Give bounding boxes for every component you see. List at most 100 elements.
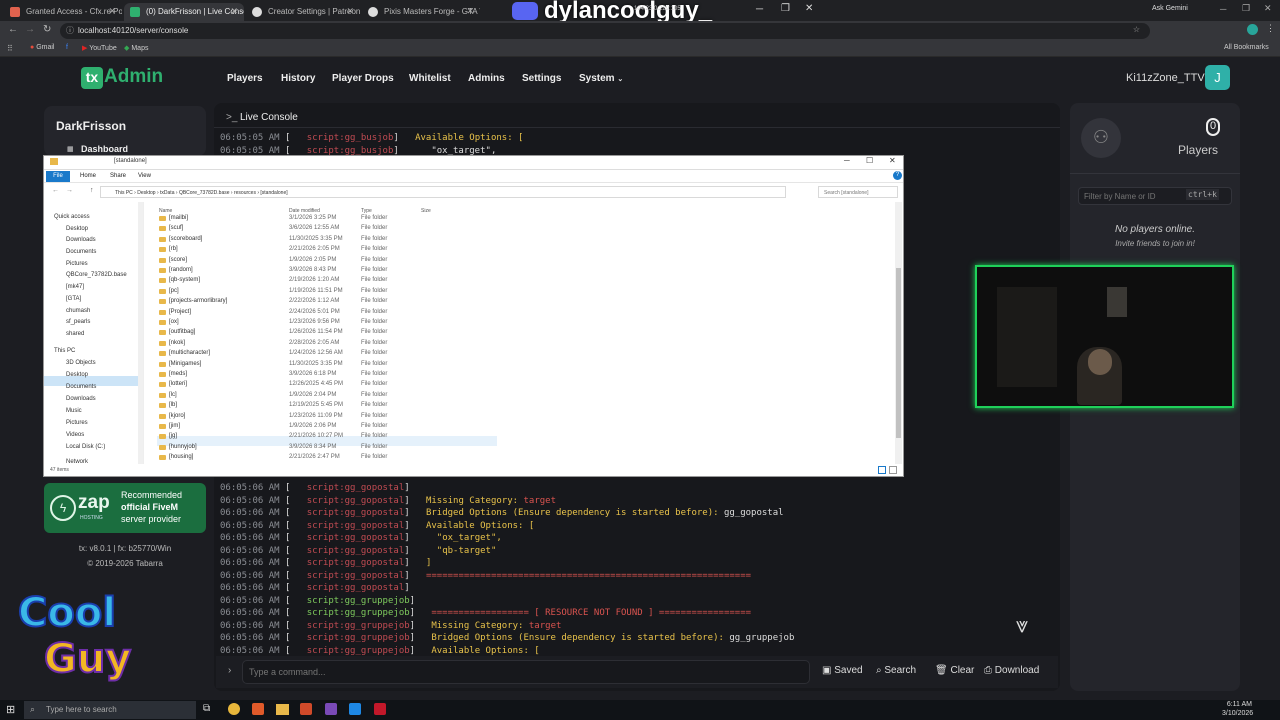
- nav-item[interactable]: Quick access: [54, 214, 90, 220]
- app-icon[interactable]: [374, 703, 386, 715]
- all-bookmarks[interactable]: All Bookmarks: [1224, 44, 1269, 51]
- browser-tab[interactable]: Granted Access - Cfx.re Portal ✕: [4, 3, 122, 21]
- app-icon[interactable]: [252, 703, 264, 715]
- file-row[interactable]: [pc] 1/19/2026 11:51 PM File folder: [159, 287, 499, 297]
- crumb[interactable]: resources: [234, 190, 256, 196]
- file-row[interactable]: [ox] 1/23/2026 9:56 PM File folder: [159, 318, 499, 328]
- apps-icon[interactable]: ⠿: [7, 44, 13, 53]
- file-row[interactable]: [scoreboard] 11/30/2025 3:35 PM File folde…: [159, 235, 499, 245]
- vscode-icon[interactable]: [349, 703, 361, 715]
- file-row[interactable]: [multicharacter] 1/24/2026 12:56 AM File f…: [159, 349, 499, 359]
- file-row[interactable]: [lc] 1/9/2026 2:04 PM File folder: [159, 391, 499, 401]
- back-icon[interactable]: ←: [8, 24, 18, 35]
- ribbon-share[interactable]: Share: [110, 173, 126, 179]
- nav-item[interactable]: Documents: [66, 249, 96, 255]
- nav-settings[interactable]: Settings: [522, 73, 561, 84]
- nav-item[interactable]: Videos: [66, 432, 84, 438]
- explorer-path[interactable]: This PC › Desktop › txData › QBCore_7378…: [100, 186, 786, 198]
- file-row[interactable]: [Project] 2/24/2026 5:01 PM File folder: [159, 308, 499, 318]
- crumb[interactable]: txData: [160, 190, 174, 196]
- nav-item[interactable]: [mk47]: [66, 284, 84, 290]
- close-window-icon[interactable]: ✕: [889, 156, 896, 165]
- nav-players[interactable]: Players: [227, 73, 263, 84]
- file-row[interactable]: [score] 1/9/2026 2:05 PM File folder: [159, 256, 499, 266]
- command-input[interactable]: [242, 660, 810, 684]
- crumb[interactable]: QBCore_73782D.base: [179, 190, 230, 196]
- app-icon[interactable]: [325, 703, 337, 715]
- app-icon[interactable]: [300, 703, 312, 715]
- file-row[interactable]: [meds] 3/9/2026 6:18 PM File folder: [159, 370, 499, 380]
- up-icon[interactable]: ↑: [90, 187, 94, 194]
- address-bar[interactable]: ⓘ localhost:40120/server/console ☆: [60, 23, 1150, 39]
- crumb[interactable]: Desktop: [137, 190, 155, 196]
- scroll-bottom-icon[interactable]: ⩔: [1016, 612, 1028, 638]
- nav-item[interactable]: sf_pearls: [66, 319, 90, 325]
- nav-admins[interactable]: Admins: [468, 73, 505, 84]
- nav-item[interactable]: Local Disk (C:): [66, 444, 105, 450]
- help-icon[interactable]: ?: [893, 171, 902, 180]
- crumb[interactable]: [standalone]: [260, 190, 287, 196]
- ask-gemini-button[interactable]: Ask Gemini: [1152, 5, 1188, 12]
- forward-icon[interactable]: →: [66, 187, 73, 194]
- tab-close-icon[interactable]: ✕: [466, 6, 474, 17]
- file-row[interactable]: [qb-system] 2/19/2026 1:20 AM File folder: [159, 276, 499, 286]
- crumb[interactable]: This PC: [115, 190, 133, 196]
- file-row[interactable]: [outfitbag] 1/26/2026 11:54 PM File folder: [159, 328, 499, 338]
- nav-player-drops[interactable]: Player Drops: [332, 73, 394, 84]
- nav-item[interactable]: Pictures: [66, 261, 88, 267]
- bookmark-youtube[interactable]: ▶ YouTube: [82, 44, 117, 52]
- nav-item[interactable]: Pictures: [66, 420, 88, 426]
- minimize-icon[interactable]: ─: [844, 156, 850, 165]
- minimize-icon[interactable]: ─: [756, 4, 763, 15]
- restore-icon[interactable]: ❐: [781, 3, 790, 14]
- nav-scrollbar[interactable]: [138, 202, 143, 464]
- file-row[interactable]: [random] 3/9/2026 8:43 PM File folder: [159, 266, 499, 276]
- nav-item[interactable]: Downloads: [66, 237, 96, 243]
- maximize-icon[interactable]: ☐: [866, 156, 873, 165]
- tab-close-icon[interactable]: ✕: [108, 6, 116, 17]
- task-view-icon[interactable]: ⧉: [203, 703, 210, 714]
- bookmark-star-icon[interactable]: ☆: [1133, 25, 1140, 34]
- close-window-icon[interactable]: ✕: [1264, 3, 1272, 14]
- minimize-icon[interactable]: ─: [1220, 4, 1226, 14]
- restore-icon[interactable]: ❐: [1242, 3, 1250, 14]
- nav-item[interactable]: Desktop: [66, 372, 88, 378]
- browser-tab[interactable]: Pixis Masters Forge - GTA V Du ✕: [362, 3, 480, 21]
- windows-start-icon[interactable]: ⊞: [6, 703, 15, 716]
- browser-tab[interactable]: Creator Settings | Patreon ✕: [246, 3, 360, 21]
- file-row[interactable]: [rb] 2/21/2026 2:05 PM File folder: [159, 245, 499, 255]
- chrome-icon[interactable]: [228, 703, 240, 715]
- nav-item[interactable]: Music: [66, 408, 82, 414]
- forward-icon[interactable]: →: [25, 24, 35, 35]
- nav-item[interactable]: 3D Objects: [66, 360, 96, 366]
- bookmark-maps[interactable]: ◆ Maps: [124, 44, 148, 52]
- file-row[interactable]: [jim] 1/9/2026 2:06 PM File folder: [159, 422, 499, 432]
- back-icon[interactable]: ←: [52, 187, 59, 194]
- file-row[interactable]: [Minigames] 11/30/2025 3:35 PM File folder: [159, 360, 499, 370]
- ribbon-view[interactable]: View: [138, 173, 151, 179]
- nav-item[interactable]: Downloads: [66, 396, 96, 402]
- file-row[interactable]: [kjoro] 1/23/2026 11:09 PM File folder: [159, 412, 499, 422]
- saved-button[interactable]: ▣ Saved: [822, 665, 863, 676]
- nav-item[interactable]: chumash: [66, 308, 90, 314]
- nav-history[interactable]: History: [281, 73, 315, 84]
- nav-item[interactable]: Network: [66, 459, 88, 465]
- scrollbar-thumb[interactable]: [896, 268, 901, 438]
- nav-item[interactable]: Desktop: [66, 226, 88, 232]
- file-row[interactable]: [lotteri] 12/26/2025 4:45 PM File folder: [159, 380, 499, 390]
- explorer-search[interactable]: Search [standalone]: [818, 186, 898, 198]
- nav-item[interactable]: [GTA]: [66, 296, 81, 302]
- file-scrollbar[interactable]: [895, 202, 902, 464]
- search-button[interactable]: ⌕ Search: [876, 665, 916, 676]
- tiles-view-icon[interactable]: [889, 466, 897, 474]
- nav-item[interactable]: Documents: [66, 384, 96, 390]
- nav-item[interactable]: This PC: [54, 348, 75, 354]
- file-row[interactable]: [lb] 12/19/2025 5:45 PM File folder: [159, 401, 499, 411]
- nav-item[interactable]: shared: [66, 331, 84, 337]
- nav-system[interactable]: System ⌄: [579, 73, 623, 84]
- user-avatar[interactable]: J: [1205, 65, 1230, 90]
- file-row[interactable]: [nkok] 2/28/2026 2:05 AM File folder: [159, 339, 499, 349]
- file-row[interactable]: [housing] 2/21/2026 2:47 PM File folder: [159, 453, 499, 463]
- ribbon-home[interactable]: Home: [80, 173, 96, 179]
- reload-icon[interactable]: ↻: [43, 24, 51, 35]
